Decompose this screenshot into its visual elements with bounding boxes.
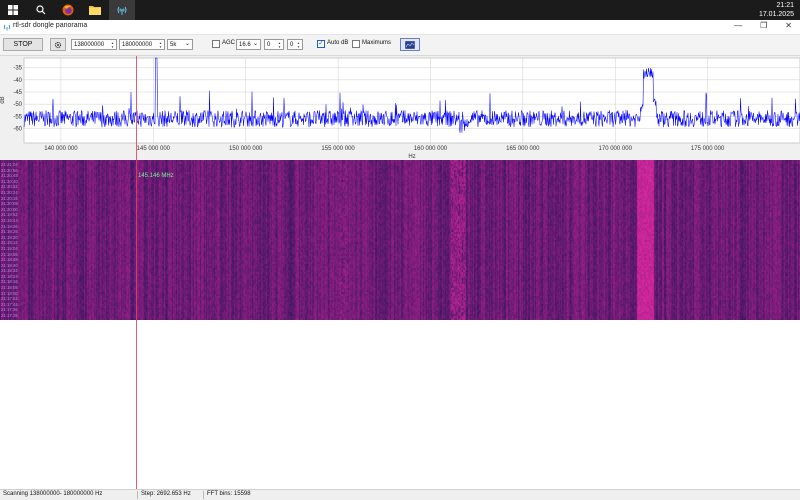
waterfall-time-label: 21:19:04 — [1, 245, 18, 251]
offset2-input[interactable]: 0 ▲ ▼ — [287, 39, 303, 50]
end-frequency-value: 180000000 — [122, 41, 153, 48]
waterfall-time-label: 21:20:08 — [1, 201, 18, 207]
waterfall-time-label: 21:20:24 — [1, 189, 18, 195]
end-frequency-input[interactable]: 180000000 ▲ ▼ — [119, 39, 165, 50]
maximize-icon[interactable]: ❐ — [760, 21, 767, 30]
x-axis: 140 000 000 145 000 000 150 000 000 155 000… — [44, 146, 725, 152]
y-tick-label: -60 — [13, 126, 22, 132]
gain-value: 16.6 — [239, 41, 251, 48]
waterfall-time-label: 21:19:44 — [1, 217, 18, 223]
snapshot-button[interactable] — [400, 38, 420, 51]
y-tick-label: -45 — [13, 90, 22, 96]
status-divider — [137, 491, 138, 499]
stop-button[interactable]: STOP — [3, 38, 43, 51]
frequency-marker-label: 145.146 MHz — [138, 173, 174, 179]
waterfall-time-label: 21:21:04 — [1, 162, 18, 167]
agc-checkbox[interactable] — [212, 40, 220, 48]
spectrum-panel: -35 -40 -45 -50 -55 -60 140 000 000 145 000 00… — [0, 56, 800, 160]
statusbar: Scanning 138000000- 180000000 Hz Step: 2… — [0, 489, 800, 500]
offset1-input[interactable]: 0 ▲ ▼ — [264, 39, 284, 50]
window-title: rtl-sdr dongle panorama — [13, 22, 88, 29]
gear-icon — [54, 41, 62, 48]
y-tick-label: -55 — [13, 114, 22, 120]
clock-date: 17.01.2025 — [758, 11, 794, 18]
start-frequency-input[interactable]: 138000000 ▲ ▼ — [71, 39, 117, 50]
y-tick-label: -35 — [13, 66, 22, 72]
snapshot-icon — [405, 40, 415, 49]
x-tick-label: 155 000 000 — [321, 146, 355, 152]
chevron-down-icon: ⌄ — [252, 41, 258, 47]
rtl-sdr-app-icon[interactable] — [109, 0, 135, 20]
auto-db-label: Auto dB — [327, 40, 349, 46]
file-explorer-icon[interactable] — [82, 0, 108, 20]
spinner-arrows-icon[interactable]: ▲ ▼ — [110, 41, 115, 49]
waterfall-time-label: 21:19:28 — [1, 229, 18, 235]
window-titlebar[interactable]: rtl-sdr dongle panorama — ❐ ✕ — [0, 20, 800, 35]
taskbar-clock[interactable]: 21:21 17.01.2025 — [759, 1, 794, 19]
y-tick-label: -40 — [13, 78, 22, 84]
offset2-value: 0 — [290, 41, 294, 48]
start-frequency-value: 138000000 — [74, 41, 105, 48]
x-tick-label: 170 000 000 — [599, 146, 633, 152]
waterfall-time-label: 21:17:28 — [1, 313, 18, 319]
plot-area — [23, 57, 800, 144]
waterfall-time-label: 21:20:48 — [1, 173, 18, 179]
search-icon[interactable] — [28, 0, 54, 20]
spinner-arrows-icon[interactable]: ▲ ▼ — [158, 41, 163, 49]
spectrum-chart[interactable]: -35 -40 -45 -50 -55 -60 140 000 000 145 000 00… — [0, 56, 800, 160]
waterfall-canvas[interactable] — [0, 160, 800, 320]
app-icon — [3, 24, 11, 31]
status-scanning: Scanning 138000000- 180000000 Hz — [3, 491, 103, 497]
offset1-value: 0 — [267, 41, 271, 48]
y-axis: -35 -40 -45 -50 -55 -60 — [13, 66, 22, 133]
step-value: 5k — [170, 41, 177, 48]
windows-logo-icon[interactable] — [0, 0, 26, 20]
clock-time: 21:21 — [776, 2, 794, 9]
x-tick-label: 140 000 000 — [44, 146, 78, 152]
y-tick-label: -50 — [13, 102, 22, 108]
taskbar: 21:21 17.01.2025 — [0, 0, 800, 20]
waterfall-panel[interactable]: 21:21:04 21:20:56 21:20:48 21:20:40 21:20:32… — [0, 160, 800, 320]
waterfall-time-label: 21:18:48 — [1, 257, 18, 263]
x-tick-label: 175 000 000 — [691, 146, 725, 152]
step-select[interactable]: 5k ⌄ — [167, 39, 193, 50]
status-divider — [203, 491, 204, 499]
spinner-arrows-icon[interactable]: ▲ ▼ — [296, 41, 301, 49]
toolbar: STOP 138000000 ▲ ▼ 180000000 ▲ ▼ 5k ⌄ AGC … — [0, 35, 800, 56]
chevron-down-icon: ⌄ — [184, 41, 190, 47]
auto-db-checkbox[interactable]: ✓ — [317, 40, 325, 48]
y-axis-label: dB — [0, 96, 6, 103]
x-tick-label: 160 000 000 — [414, 146, 448, 152]
settings-button[interactable] — [50, 38, 66, 51]
frequency-marker-line[interactable] — [136, 56, 137, 489]
x-tick-label: 150 000 000 — [229, 146, 263, 152]
x-tick-label: 165 000 000 — [506, 146, 540, 152]
gain-select[interactable]: 16.6 ⌄ — [236, 39, 261, 50]
maximums-label: Maximums — [362, 40, 392, 46]
maximums-checkbox[interactable] — [352, 40, 360, 48]
empty-area — [0, 320, 800, 489]
agc-label: AGC — [222, 40, 236, 46]
x-tick-label: 145 000 000 — [137, 146, 171, 152]
status-fft-bins: FFT bins: 15598 — [207, 491, 251, 497]
waterfall-time-label: 21:18:08 — [1, 285, 18, 291]
firefox-icon[interactable] — [55, 0, 81, 20]
waterfall-time-labels: 21:21:04 21:20:56 21:20:48 21:20:40 21:20:32… — [1, 162, 18, 319]
minimize-icon[interactable]: — — [734, 21, 742, 30]
spinner-arrows-icon[interactable]: ▲ ▼ — [277, 41, 282, 49]
close-icon[interactable]: ✕ — [785, 21, 792, 30]
status-step: Step: 2692.653 Hz — [141, 491, 191, 497]
